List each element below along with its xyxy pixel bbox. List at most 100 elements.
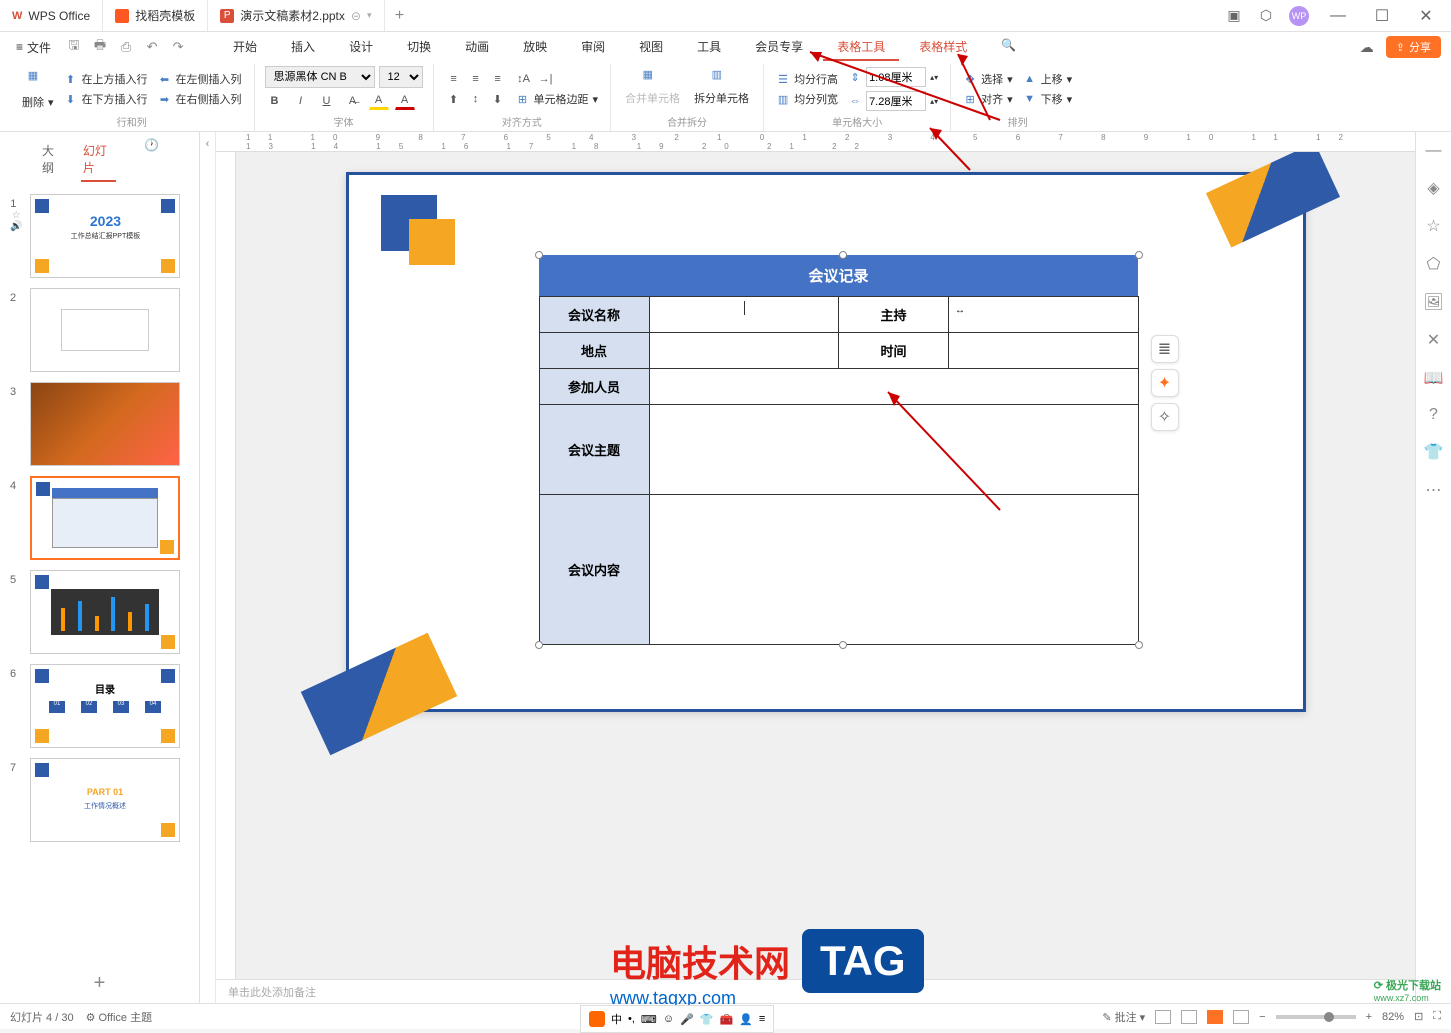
minus-icon[interactable]: — (1426, 142, 1442, 160)
tab-design[interactable]: 设计 (335, 34, 387, 61)
fit-button[interactable]: ⊡ (1414, 1010, 1423, 1023)
comments-button[interactable]: ✎ 批注 ▾ (1102, 1009, 1145, 1025)
tab-dropdown-icon[interactable]: ▾ (367, 10, 372, 21)
cell-label[interactable]: 时间 (839, 333, 949, 369)
close-button[interactable]: ✕ (1411, 1, 1441, 31)
select-button[interactable]: ✥选择 ▾ (961, 70, 1015, 88)
table-cell[interactable] (649, 333, 839, 369)
qat-print-icon[interactable]: 🖶 (91, 38, 109, 56)
more-icon[interactable]: ⋯ (1426, 480, 1442, 500)
delete-button[interactable]: 删除 ▾ (20, 93, 56, 111)
qat-undo-icon[interactable]: ↶ (143, 38, 161, 56)
table-cell[interactable] (649, 369, 1138, 405)
ime-lang[interactable]: 中 (611, 1011, 622, 1027)
tab-animation[interactable]: 动画 (451, 34, 503, 61)
slide-thumbnail-4[interactable]: 4 (10, 476, 189, 560)
tab-table-style[interactable]: 表格样式 (905, 34, 981, 61)
tab-insert[interactable]: 插入 (277, 34, 329, 61)
tab-slideshow[interactable]: 放映 (509, 34, 561, 61)
tab-review[interactable]: 审阅 (567, 34, 619, 61)
normal-view-button[interactable] (1155, 1010, 1171, 1024)
canvas-viewport[interactable]: 会议记录 会议名称 主持 ↔ 地点 时间 (236, 152, 1415, 979)
qat-preview-icon[interactable]: ⎙ (117, 38, 135, 56)
slideshow-button[interactable] (1233, 1010, 1249, 1024)
spinner-icon[interactable]: ▴▾ (930, 73, 938, 82)
layers-button[interactable]: ≣ (1151, 335, 1179, 363)
underline-button[interactable]: U (317, 92, 337, 110)
slide-thumbnail-3[interactable]: 3 (10, 382, 189, 466)
search-icon[interactable]: 🔍 (987, 34, 1030, 61)
tab-member[interactable]: 会员专享 (741, 34, 817, 61)
ime-toolbox-icon[interactable]: 🧰 (719, 1013, 733, 1026)
align-left-button[interactable]: ≡ (444, 70, 464, 88)
collapse-icon[interactable]: ‹ (206, 138, 210, 150)
slide-thumbnail-5[interactable]: 5 (10, 570, 189, 654)
valign-top-button[interactable]: ⬆ (444, 90, 464, 108)
ime-keyboard-icon[interactable]: ⌨ (641, 1013, 657, 1026)
image-icon[interactable]: 🖼 (1423, 292, 1443, 312)
zoom-slider[interactable] (1276, 1015, 1356, 1019)
font-color-button[interactable]: A (395, 92, 415, 110)
minimize-button[interactable]: — (1323, 1, 1353, 31)
sorter-view-button[interactable] (1181, 1010, 1197, 1024)
strikethrough-button[interactable]: A̶ (343, 92, 363, 110)
distribute-cols-button[interactable]: ▥均分列宽 (774, 90, 840, 108)
font-family-select[interactable]: 思源黑体 CN B (265, 66, 375, 88)
move-down-button[interactable]: ▼下移 ▾ (1021, 90, 1075, 108)
insert-above-button[interactable]: ⬆在上方插入行 (62, 70, 150, 88)
distribute-rows-button[interactable]: ☰均分行高 (774, 70, 840, 88)
tab-view[interactable]: 视图 (625, 34, 677, 61)
templates-tab[interactable]: 找稻壳模板 (103, 0, 208, 31)
align-center-button[interactable]: ≡ (466, 70, 486, 88)
reading-view-button[interactable] (1207, 1010, 1223, 1024)
zoom-out-button[interactable]: − (1259, 1011, 1265, 1023)
font-size-select[interactable]: 12 (379, 66, 423, 88)
new-tab-button[interactable]: + (385, 0, 415, 31)
zoom-in-button[interactable]: + (1366, 1011, 1372, 1023)
insert-left-button[interactable]: ⬅在左侧插入列 (156, 70, 244, 88)
zoom-level[interactable]: 82% (1382, 1011, 1404, 1023)
ime-toolbar[interactable]: 中 •, ⌨ ☺ 🎤 👕 🧰 👤 ≡ (580, 1005, 774, 1033)
slide-thumbnail-7[interactable]: 7 PART 01 工作情况概述 (10, 758, 189, 842)
help-icon[interactable]: ? (1429, 406, 1438, 424)
italic-button[interactable]: I (291, 92, 311, 110)
slide-thumbnail-2[interactable]: 2 (10, 288, 189, 372)
add-slide-button[interactable]: + (0, 964, 199, 1003)
user-avatar[interactable]: WP (1289, 6, 1309, 26)
cell-label[interactable]: 主持 (839, 297, 949, 333)
document-tab[interactable]: P 演示文稿素材2.pptx ⊝ ▾ (208, 0, 384, 31)
app-tab[interactable]: W WPS Office (0, 0, 103, 31)
ai-button[interactable]: ✦ (1151, 369, 1179, 397)
ime-settings-icon[interactable]: ≡ (759, 1013, 765, 1025)
table-object[interactable]: 会议记录 会议名称 主持 ↔ 地点 时间 (539, 255, 1139, 645)
table-cell[interactable] (649, 297, 839, 333)
highlight-button[interactable]: A (369, 92, 389, 110)
valign-middle-button[interactable]: ↕ (466, 90, 486, 108)
slide-canvas[interactable]: 会议记录 会议名称 主持 ↔ 地点 时间 (346, 172, 1306, 712)
panel-clock-icon[interactable]: 🕐 (144, 138, 159, 182)
slide-thumbnail-6[interactable]: 6 目录 01 02 03 04 (10, 664, 189, 748)
ime-skin-icon[interactable]: 👕 (700, 1013, 714, 1026)
tools-icon[interactable]: ✕ (1427, 330, 1440, 350)
row-height-input[interactable] (866, 67, 926, 87)
book-icon[interactable]: 📖 (1424, 368, 1444, 388)
move-up-button[interactable]: ▲上移 ▾ (1021, 70, 1075, 88)
file-menu[interactable]: ≡ 文件 (10, 37, 57, 58)
cell-margin-button[interactable]: ⊞单元格边距 ▾ (514, 90, 601, 108)
outline-tab[interactable]: 大纲 (40, 138, 65, 182)
cloud-icon[interactable]: ☁ (1358, 38, 1376, 56)
cell-label[interactable]: 会议名称 (539, 297, 649, 333)
expand-button[interactable]: ⛶ (1433, 1010, 1441, 1023)
valign-bottom-button[interactable]: ⬇ (488, 90, 508, 108)
cube-icon[interactable]: ⬡ (1257, 7, 1275, 25)
insert-below-button[interactable]: ⬇在下方插入行 (62, 90, 150, 108)
cell-label[interactable]: 会议内容 (539, 495, 649, 645)
panel-separator[interactable]: ‹ (200, 132, 216, 1003)
shape-icon[interactable]: ⬠ (1427, 254, 1441, 274)
share-button[interactable]: ⇪ 分享 (1386, 36, 1441, 58)
table-header[interactable]: 会议记录 (539, 255, 1138, 297)
align-right-button[interactable]: ≡ (488, 70, 508, 88)
magic-button[interactable]: ✧ (1151, 403, 1179, 431)
tab-start[interactable]: 开始 (219, 34, 271, 61)
ime-user-icon[interactable]: 👤 (739, 1013, 753, 1026)
